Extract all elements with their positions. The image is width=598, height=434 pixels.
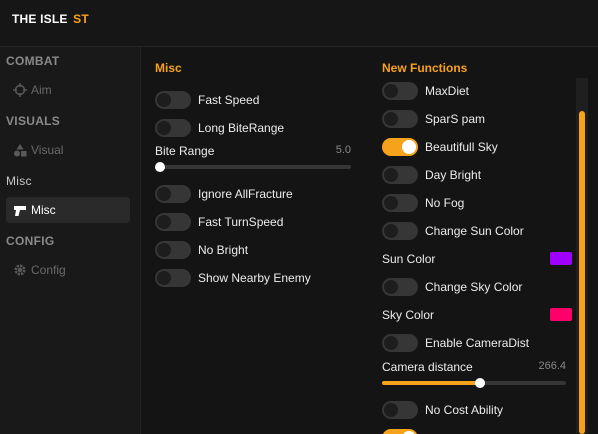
slider-fill bbox=[382, 381, 480, 385]
sidebar-section-config: CONFIG bbox=[6, 234, 55, 248]
toggle-label: No Bright bbox=[198, 243, 249, 257]
shapes-icon bbox=[13, 143, 27, 157]
sidebar-section-visuals: VISUALS bbox=[6, 114, 61, 128]
sidebar-item-misc[interactable]: Misc bbox=[6, 197, 130, 223]
slider-thumb[interactable] bbox=[474, 378, 485, 388]
gun-icon bbox=[13, 203, 27, 217]
toggle-switch[interactable] bbox=[382, 334, 418, 352]
slider-value: 5.0 bbox=[335, 144, 351, 156]
toggle-label: No Cost Ability bbox=[425, 403, 504, 417]
slider-track[interactable] bbox=[155, 162, 351, 172]
sun-color-label: Sun Color bbox=[382, 252, 436, 266]
misc-panel-title: Misc bbox=[155, 61, 182, 75]
toggle-label: MaxDiet bbox=[425, 84, 470, 98]
toggle-label: No Fog bbox=[425, 196, 465, 210]
toggle-label: Change Sun Color bbox=[425, 224, 524, 238]
functions-panel-title: New Functions bbox=[382, 61, 468, 75]
title-bar: THE ISLE ST bbox=[0, 0, 598, 47]
slider-thumb[interactable] bbox=[155, 162, 165, 172]
sidebar-item-label: Aim bbox=[31, 83, 52, 97]
scrollbar-thumb[interactable] bbox=[579, 111, 585, 434]
sidebar-item-config[interactable]: Config bbox=[6, 257, 130, 283]
sky-color-row: Sky Color bbox=[382, 306, 574, 324]
gear-icon bbox=[13, 263, 27, 277]
slider-value: 266.4 bbox=[538, 360, 566, 372]
slider-label: Camera distance bbox=[382, 360, 473, 374]
toggle-label: Beautifull Sky bbox=[425, 140, 498, 154]
sun-color-swatch[interactable] bbox=[550, 252, 572, 265]
toggle-switch[interactable] bbox=[382, 110, 418, 128]
toggle-switch[interactable] bbox=[382, 82, 418, 100]
toggle-label: Fast Speed bbox=[198, 93, 260, 107]
app-brand: THE ISLE ST bbox=[12, 12, 89, 26]
sidebar-item-visual[interactable]: Visual bbox=[6, 137, 130, 163]
toggle-label: Enable CameraDist bbox=[425, 336, 530, 350]
sidebar-section-misc: Misc bbox=[6, 174, 32, 188]
toggle-switch[interactable] bbox=[382, 194, 418, 212]
sidebar-section-combat: COMBAT bbox=[6, 54, 60, 68]
crosshair-icon bbox=[13, 83, 27, 97]
functions-panel: New Functions MaxDiet SparS pam Beautifu… bbox=[382, 47, 574, 434]
toggle-switch[interactable] bbox=[382, 401, 418, 419]
toggle-switch[interactable] bbox=[382, 429, 418, 434]
slider-track[interactable] bbox=[382, 378, 566, 388]
functions-scrollbar[interactable] bbox=[576, 78, 588, 434]
toggle-switch[interactable] bbox=[382, 278, 418, 296]
sun-color-row: Sun Color bbox=[382, 250, 574, 268]
sidebar-item-aim[interactable]: Aim bbox=[6, 77, 130, 103]
toggle-label: Ignore AllFracture bbox=[198, 187, 293, 201]
toggle-switch[interactable] bbox=[155, 91, 191, 109]
slider-label: Bite Range bbox=[155, 144, 215, 158]
bite-range-slider[interactable]: Bite Range 5.0 bbox=[155, 144, 351, 172]
toggle-switch[interactable] bbox=[382, 166, 418, 184]
sidebar-item-label: Config bbox=[31, 263, 66, 277]
sky-color-label: Sky Color bbox=[382, 308, 435, 322]
sidebar-item-label: Visual bbox=[31, 143, 64, 157]
toggle-switch[interactable] bbox=[155, 241, 191, 259]
sidebar: COMBAT Aim VISUALS Visual Misc Misc CONF… bbox=[0, 47, 141, 434]
sidebar-item-label: Misc bbox=[31, 203, 56, 217]
brand-accent: ST bbox=[73, 12, 89, 26]
toggle-label: Long BiteRange bbox=[198, 121, 285, 135]
toggle-label: Day Bright bbox=[425, 168, 482, 182]
toggle-label: Show Nearby Enemy bbox=[198, 271, 311, 285]
sky-color-swatch[interactable] bbox=[550, 308, 572, 321]
camera-distance-slider[interactable]: Camera distance 266.4 bbox=[382, 360, 566, 388]
brand-name: THE ISLE bbox=[12, 12, 68, 26]
toggle-label: Change Sky Color bbox=[425, 280, 523, 294]
toggle-switch[interactable] bbox=[155, 213, 191, 231]
toggle-switch[interactable] bbox=[382, 138, 418, 156]
misc-panel: Misc Fast Speed Long BiteRange Bite Rang… bbox=[155, 47, 351, 434]
toggle-switch[interactable] bbox=[382, 222, 418, 240]
toggle-switch[interactable] bbox=[155, 269, 191, 287]
toggle-label: Fast TurnSpeed bbox=[198, 215, 284, 229]
toggle-label: SparS pam bbox=[425, 112, 486, 126]
toggle-switch[interactable] bbox=[155, 185, 191, 203]
toggle-switch[interactable] bbox=[155, 119, 191, 137]
